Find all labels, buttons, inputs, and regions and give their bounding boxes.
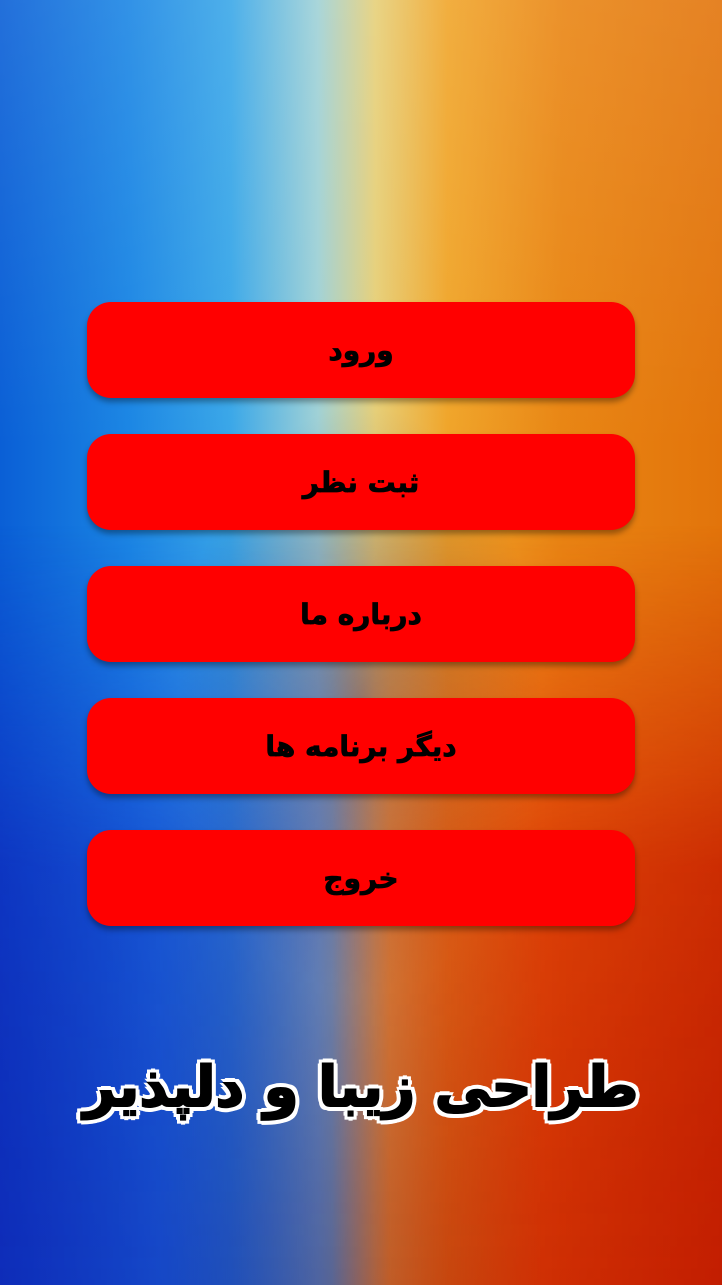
login-button[interactable]: ورود — [87, 302, 635, 398]
about-us-button-label: درباره ما — [300, 597, 422, 631]
main-menu: ورود ثبت نظر درباره ما دیگر برنامه ها خر… — [87, 302, 635, 926]
about-us-button[interactable]: درباره ما — [87, 566, 635, 662]
exit-button-label: خروج — [323, 861, 399, 895]
login-button-label: ورود — [328, 333, 394, 367]
footer-title: طراحی زیبا و دلپذیر — [82, 1054, 639, 1121]
submit-review-button-label: ثبت نظر — [302, 465, 420, 499]
submit-review-button[interactable]: ثبت نظر — [87, 434, 635, 530]
other-apps-button[interactable]: دیگر برنامه ها — [87, 698, 635, 794]
exit-button[interactable]: خروج — [87, 830, 635, 926]
other-apps-button-label: دیگر برنامه ها — [265, 729, 457, 763]
